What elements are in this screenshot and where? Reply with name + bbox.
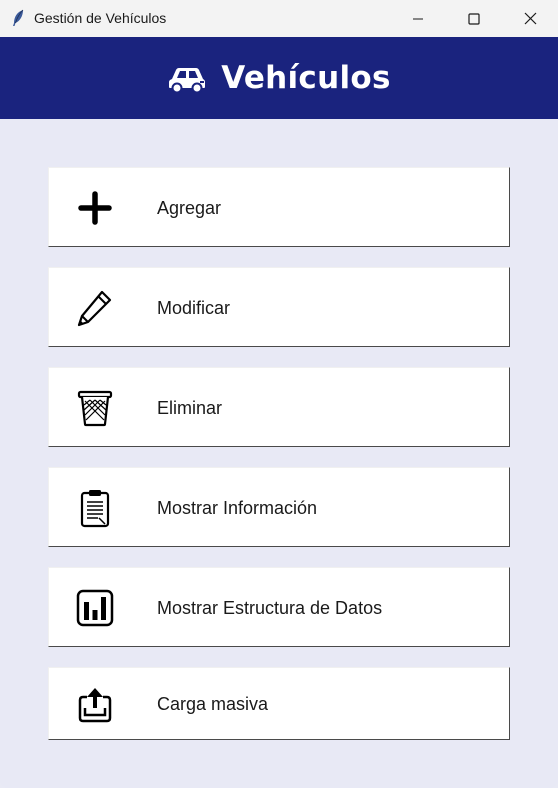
eliminar-label: Eliminar [157,398,223,418]
title-bar[interactable]: Gestión de Vehículos [0,0,558,37]
bar-chart-icon [75,588,115,628]
mostrar-estructura-button[interactable]: Mostrar Estructura de Datos [48,567,510,647]
modificar-button[interactable]: Modificar [48,267,510,347]
agregar-label: Agregar [157,198,222,218]
app-window: Gestión de Vehículos Vehículos Agregar M… [0,0,558,788]
trash-icon [75,388,115,428]
modificar-label: Modificar [157,298,231,318]
mostrar-informacion-label: Mostrar Información [157,498,318,518]
agregar-button[interactable]: Agregar [48,167,510,247]
mostrar-informacion-button[interactable]: Mostrar Información [48,467,510,547]
minimize-icon [413,18,423,19]
feather-icon [13,9,24,26]
mostrar-estructura-label: Mostrar Estructura de Datos [157,598,383,618]
header-banner: Vehículos [0,37,558,119]
window-title: Gestión de Vehículos [34,10,167,26]
clipboard-icon [75,488,115,528]
close-button[interactable] [502,0,558,37]
carga-masiva-button[interactable]: Carga masiva [48,667,510,740]
close-icon [524,12,536,25]
eliminar-button[interactable]: Eliminar [48,367,510,447]
pencil-icon [75,288,115,328]
page-title: Vehículos [221,60,391,96]
plus-icon [75,188,115,228]
minimize-button[interactable] [390,0,446,37]
maximize-icon [468,12,480,25]
upload-icon [75,685,115,725]
maximize-button[interactable] [446,0,502,37]
carga-masiva-label: Carga masiva [157,694,269,714]
car-icon [169,68,206,93]
